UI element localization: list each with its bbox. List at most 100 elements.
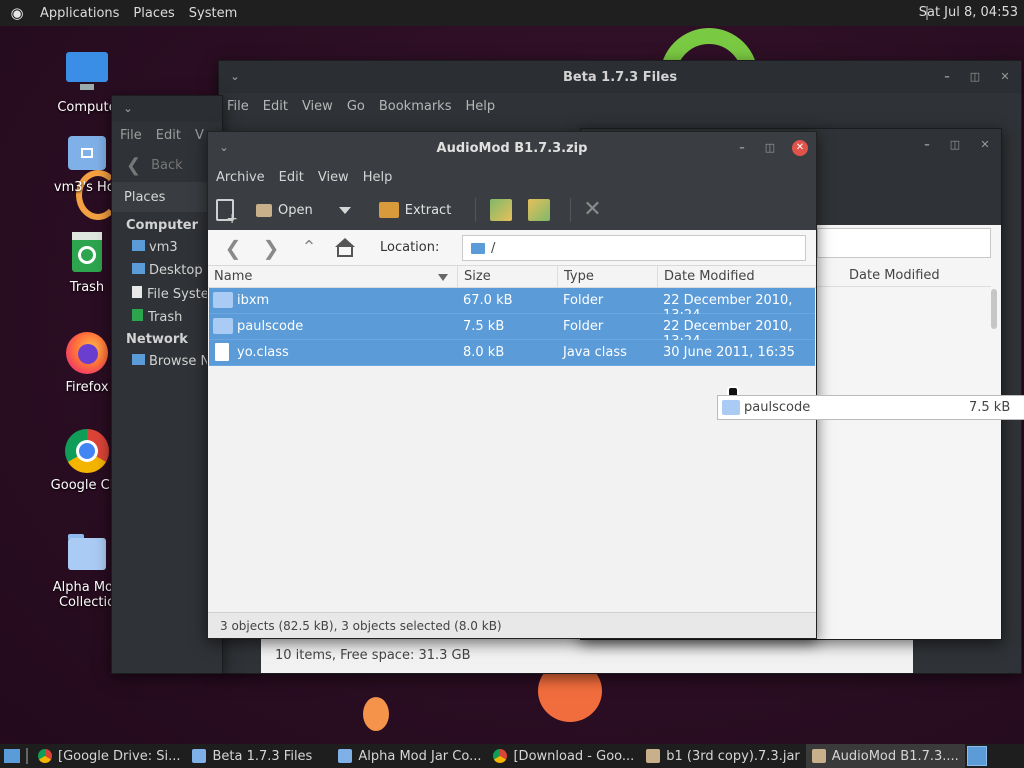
extract-icon [378,202,399,218]
gnome-foot-icon[interactable]: ◉ [8,4,26,22]
firefox-icon [64,330,110,376]
column-date-modified[interactable]: Date Modified [664,269,755,284]
add-folder-icon [528,199,551,221]
taskbar-item[interactable]: b1 (3rd copy).7.3.jar [640,744,805,768]
maximize-icon[interactable]: ◫ [949,139,961,151]
desktop-icon [132,263,145,274]
maximize-icon[interactable]: ◫ [764,142,776,154]
folder-icon [192,749,207,763]
scrollbar[interactable] [991,289,997,329]
taskbar-item[interactable]: Beta 1.7.3 Files [186,744,318,768]
add-folder-button[interactable] [528,199,556,221]
menu-file[interactable]: File [227,99,249,114]
file-icon [215,343,229,361]
taskbar-item-label: Beta 1.7.3 Files [212,748,313,764]
stop-button[interactable]: ✕ [583,199,601,221]
system-menu[interactable]: System [189,6,237,21]
menu-go[interactable]: Go [347,99,365,114]
window-title: Beta 1.7.3 Files [562,69,678,85]
archive-manager-window[interactable]: ⌄ AudioMod B1.7.3.zip – ◫ ✕ Archive Edit… [207,131,817,639]
window-menu-icon[interactable]: ⌄ [218,142,230,154]
cell-date: 30 June 2011, 16:35 [663,345,795,360]
column-size[interactable]: Size [464,269,491,284]
menu-help[interactable]: Help [363,170,393,185]
menu-view[interactable]: View [318,170,349,185]
show-desktop-icon[interactable] [4,749,20,763]
taskbar-separator [26,748,28,764]
menu-view[interactable]: V [195,128,204,143]
column-header: Name Size Type Date Modified [208,266,816,288]
menu-file[interactable]: File [120,128,142,143]
open-button[interactable]: Open [256,203,313,218]
drag-item-size: 7.5 kB [969,400,1011,415]
open-dropdown-button[interactable] [338,206,351,214]
folder-icon [338,749,353,763]
titlebar[interactable]: ⌄ [112,96,222,122]
location-field[interactable] [817,228,991,258]
places-menu[interactable]: Places [133,6,174,21]
table-row[interactable]: paulscode 7.5 kB Folder 22 December 2010… [209,314,815,349]
column-divider [557,266,558,288]
column-name[interactable]: Name [214,269,252,284]
menu-view[interactable]: View [302,99,333,114]
drag-item-name: paulscode [744,400,811,415]
close-icon[interactable]: ✕ [979,139,991,151]
menubar: File Edit View Go Bookmarks Help [219,93,1021,119]
status-bar: 3 objects (82.5 kB), 3 objects selected … [208,612,816,638]
menu-help[interactable]: Help [465,99,495,114]
titlebar[interactable]: ⌄ AudioMod B1.7.3.zip – ◫ ✕ [208,132,816,164]
menu-bookmarks[interactable]: Bookmarks [379,99,452,114]
taskbar-item[interactable]: [Download - Goo... [487,744,640,768]
location-bar: ❮ ❯ ⌃ Location: / [208,230,816,266]
chevron-down-icon [338,206,351,214]
minimize-icon[interactable]: – [941,71,953,83]
applications-menu[interactable]: Applications [40,6,119,21]
taskbar-item[interactable]: [Google Drive: Si... [32,744,186,768]
status-bar: 10 items, Free space: 31.3 GB [261,639,913,673]
maximize-icon[interactable]: ◫ [969,71,981,83]
minimize-icon[interactable]: – [736,142,748,154]
taskbar: [Google Drive: Si... Beta 1.7.3 Files Al… [0,744,1024,768]
home-folder-icon [132,240,145,251]
column-date-modified[interactable]: Date Modified [849,268,940,283]
clock[interactable]: Sat Jul 8, 04:53 [919,5,1018,20]
extract-button[interactable]: Extract [378,202,452,218]
open-label: Open [278,202,313,218]
menu-archive[interactable]: Archive [216,170,265,185]
table-row[interactable]: ibxm 67.0 kB Folder 22 December 2010, 13… [209,288,815,323]
menu-edit[interactable]: Edit [263,99,288,114]
add-files-button[interactable] [490,199,518,221]
taskbar-item-active[interactable]: AudioMod B1.7.3.... [805,744,965,768]
back-arrow-icon[interactable]: ❮ [220,236,246,260]
window-menu-icon[interactable]: ⌄ [122,103,134,115]
folder-icon [471,242,485,254]
new-archive-button[interactable]: + [216,199,240,226]
cell-type: Folder [563,293,604,308]
up-arrow-icon[interactable]: ⌃ [296,237,322,258]
menu-edit[interactable]: Edit [156,128,181,143]
location-field[interactable]: / [462,235,806,261]
back-button[interactable]: ❮ Back [112,148,222,182]
extract-label: Extract [404,202,452,218]
home-icon[interactable] [334,237,356,258]
close-icon[interactable]: ✕ [792,140,808,156]
places-dropdown[interactable]: Places [112,182,222,212]
forward-arrow-icon[interactable]: ❯ [258,236,284,260]
minimize-icon[interactable]: – [921,139,933,151]
workspace-switcher[interactable] [966,746,987,766]
menu-edit[interactable]: Edit [279,170,304,185]
table-row[interactable]: yo.class 8.0 kB Java class 30 June 2011,… [209,340,815,366]
column-type[interactable]: Type [564,269,594,284]
column-divider [457,266,458,288]
titlebar[interactable]: ⌄ Beta 1.7.3 Files – ◫ ✕ [219,61,1021,93]
window-menu-icon[interactable]: ⌄ [229,71,241,83]
taskbar-item-label: [Google Drive: Si... [58,748,181,764]
wallpaper-blob-small [363,697,389,731]
top-panel: ◉ Applications Places System Sat Jul 8, … [0,0,1024,26]
taskbar-item[interactable]: Alpha Mod Jar Co... [332,744,487,768]
close-icon[interactable]: ✕ [999,71,1011,83]
sort-descending-icon[interactable] [438,274,448,281]
chrome-icon [493,749,508,763]
taskbar-item-label: Alpha Mod Jar Co... [358,748,482,764]
file-list: ibxm 67.0 kB Folder 22 December 2010, 13… [209,288,815,366]
